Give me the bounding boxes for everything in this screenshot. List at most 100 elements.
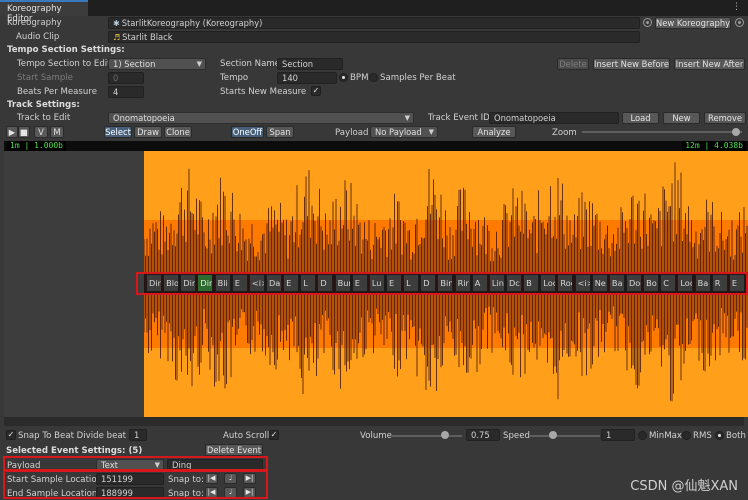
volume-slider-thumb[interactable] (440, 431, 449, 439)
rms-radio[interactable] (682, 431, 691, 440)
koreography-event[interactable]: A (471, 274, 488, 292)
remove-track-button[interactable]: Remove (704, 112, 746, 124)
snap-start-next-beat-icon[interactable]: ▶| (243, 473, 256, 484)
section-name-field[interactable]: Section (277, 58, 343, 70)
koreography-event[interactable]: Ba (608, 274, 625, 292)
koreography-event[interactable]: Da (266, 274, 283, 292)
koreography-field[interactable]: ✱ StarlitKoreography (Koreography) (108, 17, 640, 29)
start-sample-location-field[interactable]: 151199 (96, 473, 164, 485)
span-button[interactable]: Span (266, 126, 294, 138)
event-track-row[interactable]: DingBlon BlingDir DoDingBliE<i>EDaELDBun… (144, 273, 748, 293)
koreography-event[interactable]: E (283, 274, 300, 292)
track-event-id-field[interactable]: Onomatopoeia (489, 112, 619, 124)
koreography-event[interactable]: <i>E (248, 274, 265, 292)
load-button[interactable]: Load (622, 112, 659, 124)
koreography-event[interactable]: C (660, 274, 677, 292)
snap-to-beat-checkbox[interactable]: ✓ (6, 430, 16, 440)
clone-tool-button[interactable]: Clone (164, 126, 192, 138)
koreography-event[interactable]: <i>Too (574, 274, 591, 292)
koreography-event[interactable]: Bun (334, 274, 351, 292)
audio-clip-field[interactable]: ♬ Starlit Black (108, 31, 640, 43)
koreography-event[interactable]: Ding (146, 274, 163, 292)
snap-end-next-beat-icon[interactable]: ▶| (243, 487, 256, 498)
waveform-view[interactable]: DingBlon BlingDir DoDingBliE<i>EDaELDBun… (144, 151, 748, 417)
koreography-event[interactable]: Ne (591, 274, 608, 292)
window-menu-icon[interactable]: ⋮ (732, 2, 742, 12)
samples-per-beat-radio[interactable] (369, 73, 378, 82)
beats-per-measure-field[interactable]: 4 (108, 86, 144, 98)
new-track-button[interactable]: New (663, 112, 700, 124)
koreography-event[interactable]: Rir (454, 274, 471, 292)
tempo-field[interactable]: 140 (277, 72, 337, 84)
koreography-event[interactable]: D (317, 274, 334, 292)
end-sample-location-field[interactable]: 188999 (96, 487, 164, 499)
event-payload-type-value: Text (101, 460, 118, 470)
beat-divide-field[interactable]: 1 (129, 429, 147, 441)
speed-slider-thumb[interactable] (549, 431, 558, 439)
koreography-event[interactable]: Bli (214, 274, 231, 292)
koreography-event[interactable]: L (403, 274, 420, 292)
play-button[interactable]: ▶ (6, 126, 18, 138)
koreography-event[interactable]: L (300, 274, 317, 292)
object-picker-icon[interactable] (643, 18, 652, 27)
koreography-event[interactable]: Lu (368, 274, 385, 292)
delete-tempo-button[interactable]: Delete (557, 58, 589, 70)
volume-slider[interactable] (392, 435, 462, 437)
select-tool-button[interactable]: Select (104, 126, 132, 138)
settings-icon[interactable] (735, 18, 744, 27)
koreography-event[interactable]: B (523, 274, 540, 292)
bpm-radio[interactable] (339, 73, 348, 82)
snap-start-nearest-beat-icon[interactable]: ♩ (224, 473, 237, 484)
koreography-event[interactable]: E (231, 274, 248, 292)
analyze-button[interactable]: Analyze (472, 126, 516, 138)
snap-start-prev-beat-icon[interactable]: |◀ (205, 473, 218, 484)
snap-end-nearest-beat-icon[interactable]: ♩ (224, 487, 237, 498)
koreography-event[interactable]: Ling (488, 274, 505, 292)
insert-new-before-button[interactable]: Insert New Before (593, 58, 670, 70)
delete-event-button[interactable]: Delete Event (205, 444, 263, 456)
m-button[interactable]: M (50, 126, 64, 138)
koreography-event[interactable]: Blon Bling (163, 274, 180, 292)
koreography-event[interactable]: R (711, 274, 728, 292)
both-radio[interactable] (715, 431, 724, 440)
koreography-event[interactable]: Bin (437, 274, 454, 292)
koreography-event[interactable]: D (420, 274, 437, 292)
new-koreography-button[interactable]: New Koreography (655, 17, 731, 29)
koreography-event[interactable]: Dc (506, 274, 523, 292)
koreography-event[interactable]: Ding (197, 274, 214, 292)
horizontal-scrollbar[interactable] (4, 417, 744, 426)
v-button[interactable]: V (34, 126, 48, 138)
payload-type-dropdown[interactable]: No Payload ▼ (370, 126, 438, 138)
auto-scroll-checkbox[interactable]: ✓ (269, 430, 279, 440)
koreography-event[interactable]: Loo (540, 274, 557, 292)
insert-new-after-button[interactable]: Insert New After (674, 58, 745, 70)
koreography-event[interactable]: E (728, 274, 745, 292)
tab-koreography-editor[interactable]: Koreography Editor (0, 0, 88, 24)
koreography-event[interactable]: Bo (643, 274, 660, 292)
koreography-event[interactable]: E (386, 274, 403, 292)
koreography-event[interactable]: Dir Do (180, 274, 197, 292)
speed-field[interactable]: 1 (601, 429, 635, 441)
minmax-radio[interactable] (638, 431, 647, 440)
volume-field[interactable]: 0.75 (466, 429, 500, 441)
both-label: Both (726, 431, 746, 441)
oneoff-button[interactable]: OneOff (231, 126, 264, 138)
zoom-slider[interactable] (582, 131, 742, 133)
koreography-event[interactable]: E (351, 274, 368, 292)
koreography-event[interactable]: Doo (626, 274, 643, 292)
koreography-event[interactable]: Ba (694, 274, 711, 292)
starts-new-measure-checkbox[interactable]: ✓ (311, 86, 321, 96)
koreography-event[interactable]: Roo (557, 274, 574, 292)
event-payload-type-dropdown[interactable]: Text ▼ (96, 459, 164, 471)
track-dropdown[interactable]: Onomatopoeia ▼ (108, 112, 414, 124)
stop-button[interactable]: ■ (18, 126, 30, 138)
zoom-slider-thumb[interactable] (731, 128, 740, 136)
selected-event-title: Selected Event Settings: (5) (6, 446, 143, 456)
bpm-label: BPM (350, 73, 369, 83)
snap-end-prev-beat-icon[interactable]: |◀ (205, 487, 218, 498)
koreography-event[interactable]: Loo (677, 274, 694, 292)
speed-slider[interactable] (530, 435, 600, 437)
event-payload-text-field[interactable]: Ding (167, 459, 263, 471)
draw-tool-button[interactable]: Draw (134, 126, 162, 138)
tempo-section-dropdown[interactable]: 1) Section ▼ (108, 58, 206, 70)
